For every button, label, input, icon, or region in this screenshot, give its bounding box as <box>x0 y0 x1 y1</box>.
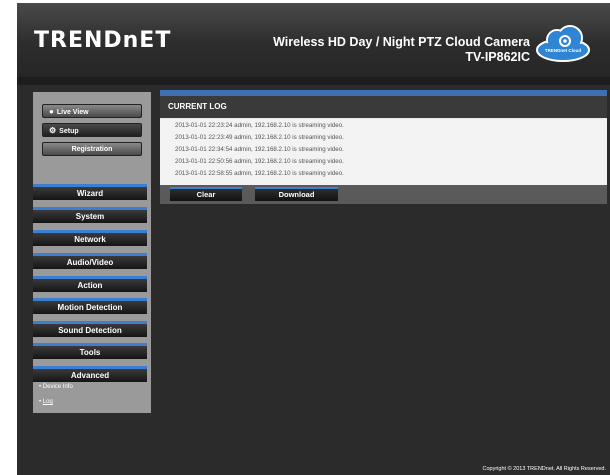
nav-sound-detection[interactable]: Sound Detection <box>33 321 147 337</box>
clear-button[interactable]: Clear <box>170 187 242 201</box>
log-list: 2013-01-01 22:23:24 admin, 192.168.2.10 … <box>160 119 607 186</box>
copyright: Copyright © 2013 TRENDnet. All Rights Re… <box>482 466 606 472</box>
nav-system[interactable]: System <box>33 207 147 223</box>
log-line: 2013-01-01 22:58:55 admin, 192.168.2.10 … <box>175 170 344 177</box>
download-button[interactable]: Download <box>255 187 338 201</box>
nav-advanced[interactable]: Advanced <box>33 366 147 382</box>
log-line: 2013-01-01 22:23:49 admin, 192.168.2.10 … <box>175 134 344 141</box>
log-line: 2013-01-01 22:50:56 admin, 192.168.2.10 … <box>175 158 344 165</box>
nav-motion-detection[interactable]: Motion Detection <box>33 298 147 314</box>
registration-button[interactable]: Registration <box>42 142 142 156</box>
nav-action[interactable]: Action <box>33 276 147 292</box>
header: TRENDnET Wireless HD Day / Night PTZ Clo… <box>17 3 610 77</box>
product-title: Wireless HD Day / Night PTZ Cloud Camera… <box>273 35 530 65</box>
log-line: 2013-01-01 22:34:54 admin, 192.168.2.10 … <box>175 146 344 153</box>
setup-label: Setup <box>59 128 79 135</box>
nav-tools[interactable]: Tools <box>33 343 147 359</box>
log-line: 2013-01-01 22:23:24 admin, 192.168.2.10 … <box>175 122 344 129</box>
cloud-label: TRENDnet Cloud <box>544 48 582 53</box>
header-divider <box>17 77 610 85</box>
nav-audio-video[interactable]: Audio/Video <box>33 253 147 269</box>
subnav-log[interactable]: • Log <box>39 399 53 405</box>
cloud-icon[interactable] <box>535 23 591 63</box>
device-info-label: Device Info <box>42 384 73 390</box>
log-link[interactable]: Log <box>43 399 53 405</box>
live-view-button[interactable]: ● Live View <box>42 104 142 118</box>
panel-title: CURRENT LOG <box>160 96 607 118</box>
log-panel: CURRENT LOG 2013-01-01 22:23:24 admin, 1… <box>160 90 607 204</box>
camera-icon: ● <box>49 107 54 116</box>
subnav-device-info[interactable]: • Device Info <box>39 384 73 390</box>
app-frame: TRENDnET Wireless HD Day / Night PTZ Clo… <box>17 3 610 475</box>
live-view-label: Live View <box>56 109 89 116</box>
product-name: Wireless HD Day / Night PTZ Cloud Camera <box>273 35 530 49</box>
action-bar: Clear Download <box>160 185 607 204</box>
nav-wizard[interactable]: Wizard <box>33 184 147 200</box>
nav-network[interactable]: Network <box>33 230 147 246</box>
product-model: TV-IP862IC <box>465 50 530 64</box>
gear-icon: ⚙ <box>49 126 57 135</box>
setup-button[interactable]: ⚙ Setup <box>42 123 142 137</box>
trendnet-logo[interactable]: TRENDnET <box>34 28 171 53</box>
